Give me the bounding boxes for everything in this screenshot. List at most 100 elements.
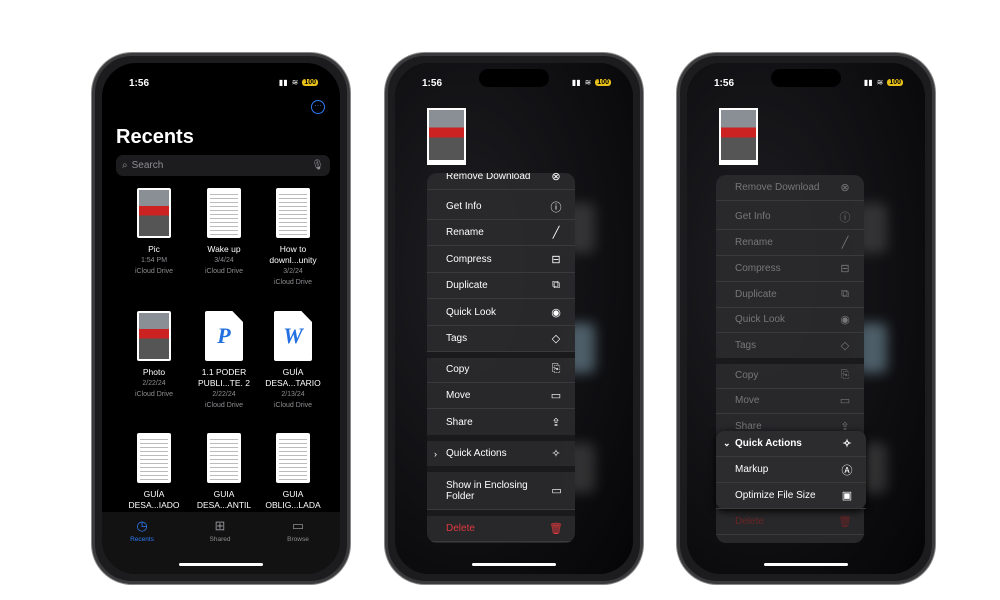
copy-icon: ⎘ — [840, 369, 850, 381]
more-options-button[interactable]: ··· — [311, 100, 325, 114]
menu-item-quick-actions[interactable]: › Quick Actions ✧ — [427, 441, 575, 467]
menu-item-copy[interactable]: Copy ⎘ — [427, 357, 575, 383]
tab-recents[interactable]: ◷ Recents — [112, 518, 172, 543]
screen: 1:56 ▮▮ ≋ 100 ··· Recents ⌕ Search 🎙 Pic 1:54… — [102, 63, 340, 574]
phone-recents: 1:56 ▮▮ ≋ 100 ··· Recents ⌕ Search 🎙 Pic 1:54… — [92, 53, 350, 584]
file-item[interactable]: GUÍA DESA...IADO2/13/24 — [119, 433, 189, 522]
info-icon: ⓘ — [550, 201, 562, 214]
menu-item-rename[interactable]: Rename ╱ — [427, 220, 575, 246]
tab-shared[interactable]: ⊞ Shared — [190, 518, 250, 543]
menu-item-delete[interactable]: Delete 🗑 — [716, 509, 864, 535]
file-name: Pic — [148, 244, 160, 254]
dynamic-island — [186, 69, 256, 87]
file-location: iCloud Drive — [134, 391, 174, 398]
trash-icon: 🗑 — [838, 516, 852, 528]
home-indicator[interactable] — [472, 563, 556, 566]
menu-item-label: Share — [446, 417, 473, 428]
screen: 1:56 ▮▮ ≋ 100 Remove Download ⊗ Get Info ⓘ Ren… — [395, 63, 633, 574]
status-bar-icons: ▮▮ ≋ 100 — [864, 78, 903, 87]
menu-item-label: Copy — [446, 364, 470, 375]
menu-item-move[interactable]: Move ▭ — [427, 383, 575, 409]
menu-separator — [716, 358, 864, 364]
menu-item-label: Tags — [735, 340, 757, 351]
remove-download-icon: ⊗ — [840, 182, 850, 194]
tag-icon: ◇ — [840, 340, 850, 352]
menu-item-label: Rename — [735, 237, 773, 248]
menu-item-label: Markup — [735, 464, 769, 475]
magic-wand-icon: ✧ — [842, 438, 852, 450]
menu-item-rename[interactable]: Rename ╱ — [716, 230, 864, 256]
menu-item-label: Move — [735, 395, 760, 406]
eye-icon: ◉ — [551, 307, 561, 319]
menu-separator — [427, 435, 575, 441]
menu-item-label: Quick Actions — [446, 448, 507, 459]
duplicate-icon: ⧉ — [841, 288, 849, 300]
pencil-icon: ╱ — [841, 237, 849, 249]
menu-item-duplicate[interactable]: Duplicate ⧉ — [427, 273, 575, 299]
file-item[interactable]: Wake up 3/4/24 iCloud Drive — [189, 188, 259, 277]
file-name: Photo — [142, 367, 166, 377]
menu-item-label: Get Info — [735, 211, 771, 222]
file-item[interactable]: Photo 2/22/24 iCloud Drive — [119, 311, 189, 400]
menu-item-show-in-enclosing-folder[interactable]: Show in Enclosing Folder ▭ — [427, 472, 575, 510]
info-icon: ⓘ — [839, 211, 851, 224]
status-time: 1:56 — [129, 78, 150, 89]
status-bar-icons: ▮▮ ≋ 100 — [572, 78, 611, 87]
file-thumbnail — [207, 188, 241, 238]
menu-item-quick-look[interactable]: Quick Look ◉ — [427, 300, 575, 326]
file-name: Wake up — [207, 244, 241, 254]
tab-browse[interactable]: ▭ Browse — [268, 518, 328, 543]
menu-item-quick-actions[interactable]: ⌄ Quick Actions ✧ — [716, 431, 866, 457]
menu-item-markup[interactable]: Markup Ⓐ — [716, 457, 866, 483]
search-input[interactable]: ⌕ Search 🎙 — [116, 155, 330, 176]
menu-item-duplicate[interactable]: Duplicate ⧉ — [716, 282, 864, 308]
menu-item-compress[interactable]: Compress ⊟ — [427, 247, 575, 273]
menu-item-tags[interactable]: Tags ◇ — [716, 333, 864, 359]
menu-item-tags[interactable]: Tags ◇ — [427, 326, 575, 352]
microphone-icon[interactable]: 🎙 — [311, 160, 324, 171]
file-date: 2/13/24 — [281, 391, 305, 398]
file-item[interactable]: P 1.1 PODER PUBLI...TE. 2 2/22/24 iCloud Dr… — [189, 311, 259, 411]
menu-item-optimize-file-size[interactable]: Optimize File Size ▣ — [716, 483, 866, 509]
file-thumbnail: P — [205, 311, 243, 361]
menu-item-quick-look[interactable]: Quick Look ◉ — [716, 307, 864, 333]
menu-item-delete[interactable]: Delete 🗑 — [427, 516, 575, 542]
wifi-icon: ≋ — [291, 78, 299, 87]
home-indicator[interactable] — [764, 563, 848, 566]
signal-icon: ▮▮ — [863, 78, 873, 87]
battery-icon: 100 — [302, 79, 318, 86]
phone-context-menu: 1:56 ▮▮ ≋ 100 Remove Download ⊗ Get Info ⓘ Ren… — [385, 53, 643, 584]
home-indicator[interactable] — [179, 563, 263, 566]
phone-quick-actions: 1:56 ▮▮ ≋ 100 Remove Download ⊗ Get Info ⓘ Ren… — [677, 53, 935, 584]
file-date: 3/2/24 — [283, 268, 303, 275]
battery-icon: 100 — [887, 79, 903, 86]
menu-item-share[interactable]: Share ⇪ — [427, 410, 575, 436]
file-item[interactable]: GUIA OBLIG...LADA1/29/24 — [258, 433, 328, 522]
file-item[interactable]: How to downl...unity 3/2/24 iCloud Drive — [258, 188, 328, 288]
menu-item-label: Quick Actions — [735, 438, 802, 449]
file-location: iCloud Drive — [134, 268, 174, 275]
file-item[interactable]: GUIA DESA...ANTIL2/13/24 — [189, 433, 259, 522]
selected-file-preview — [427, 108, 466, 165]
file-date: 3/4/24 — [214, 257, 234, 264]
wifi-icon: ≋ — [584, 78, 592, 87]
file-thumbnail — [276, 433, 310, 483]
menu-item-get-info[interactable]: Get Info ⓘ — [716, 204, 864, 230]
file-name: How to downl...unity — [269, 244, 317, 265]
eye-icon: ◉ — [840, 314, 850, 326]
tab-label: Browse — [287, 536, 309, 543]
menu-item-label: Optimize File Size — [735, 490, 816, 501]
menu-item-copy[interactable]: Copy ⎘ — [716, 363, 864, 389]
menu-item-remove-download[interactable]: Remove Download ⊗ — [427, 173, 575, 190]
menu-item-get-info[interactable]: Get Info ⓘ — [427, 194, 575, 220]
folder-icon: ▭ — [839, 395, 851, 407]
file-item[interactable]: W GUÍA DESA...TARIO 2/13/24 iCloud Drive — [258, 311, 328, 411]
menu-item-compress[interactable]: Compress ⊟ — [716, 256, 864, 282]
status-bar-icons: ▮▮ ≋ 100 — [279, 78, 318, 87]
menu-item-move[interactable]: Move ▭ — [716, 388, 864, 414]
context-menu: Remove Download ⊗ Get Info ⓘ Rename ╱ Compress… — [427, 173, 575, 543]
menu-item-remove-download[interactable]: Remove Download ⊗ — [716, 175, 864, 201]
file-item[interactable]: Pic 1:54 PM iCloud Drive — [119, 188, 189, 277]
file-thumbnail: W — [274, 311, 312, 361]
menu-item-label: Tags — [446, 333, 468, 344]
